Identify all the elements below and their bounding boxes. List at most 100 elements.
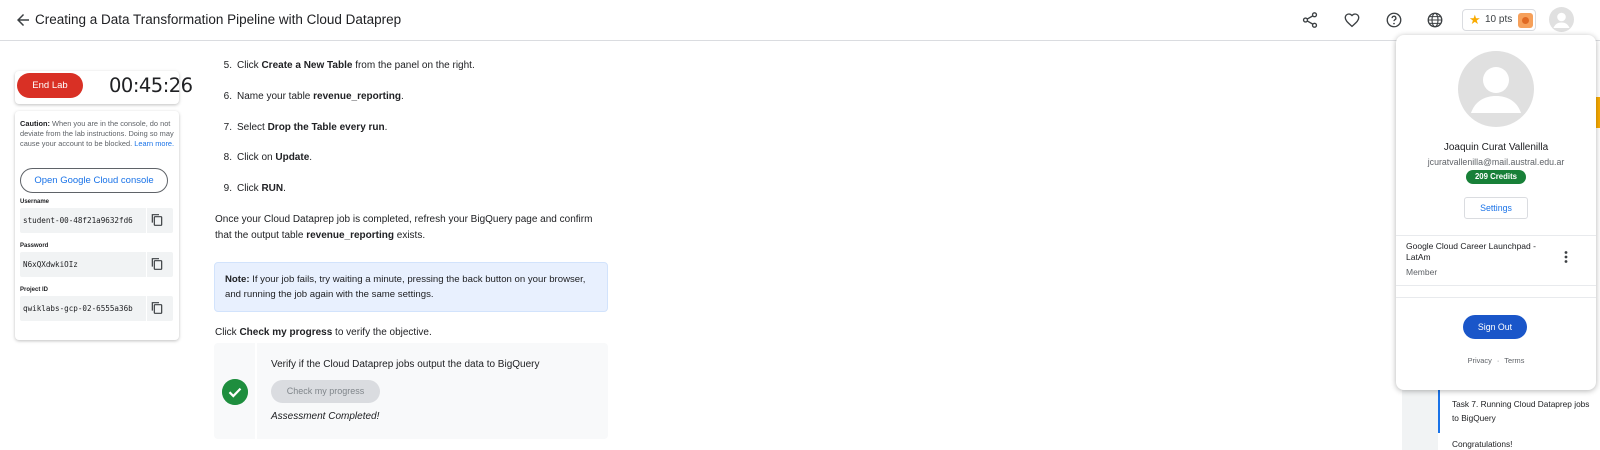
lab-credentials-card: Caution: When you are in the console, do… xyxy=(15,111,179,340)
step-bold: RUN xyxy=(261,183,284,194)
avatar-icon[interactable] xyxy=(1549,7,1574,32)
step-bold: revenue_reporting xyxy=(313,91,401,102)
step-item: 9. Click RUN. xyxy=(215,183,286,194)
step-text: Click xyxy=(237,60,262,71)
back-arrow-icon[interactable] xyxy=(14,11,32,29)
step-text: . xyxy=(400,91,404,102)
copy-project-id-icon[interactable] xyxy=(149,300,165,316)
step-text: Select xyxy=(237,122,268,133)
check-circle-icon xyxy=(222,379,248,405)
step-bold: Create a New Table xyxy=(261,60,353,71)
paragraph-bold: revenue_reporting xyxy=(306,230,394,241)
help-icon[interactable] xyxy=(1385,11,1403,29)
step-item: 6. Name your table revenue_reporting. xyxy=(215,91,404,102)
popup-footer: Privacy · Terms xyxy=(1396,356,1596,365)
project-id-field[interactable]: qwiklabs-gcp-02-6555a36b xyxy=(20,296,173,321)
step-text: Click on xyxy=(237,152,276,163)
copy-username-icon[interactable] xyxy=(149,212,165,228)
toc-active-indicator xyxy=(1438,383,1440,433)
step-item: 8. Click on Update. xyxy=(215,152,312,163)
completion-paragraph: Once your Cloud Dataprep job is complete… xyxy=(215,212,607,244)
field-separator xyxy=(146,252,147,277)
footer-separator: · xyxy=(1496,356,1500,365)
step-text: . xyxy=(283,183,286,194)
note-title: Note: xyxy=(225,274,250,285)
paragraph-text: to verify the objective. xyxy=(332,327,432,338)
heart-icon[interactable] xyxy=(1343,11,1361,29)
open-console-button[interactable]: Open Google Cloud console xyxy=(20,168,168,193)
username-label: Username xyxy=(20,199,50,205)
table-of-contents: Task 7. Running Cloud Dataprep jobs to B… xyxy=(1438,383,1600,450)
step-number: 5. xyxy=(223,60,232,71)
globe-icon[interactable] xyxy=(1426,11,1444,29)
credits-badge: 209 Credits xyxy=(1466,170,1526,184)
page-title: Creating a Data Transformation Pipeline … xyxy=(35,12,402,27)
field-separator xyxy=(146,208,147,233)
lab-timer-card: End Lab 00:45:26 xyxy=(15,71,193,104)
password-label: Password xyxy=(20,243,49,249)
account-name: Joaquin Curat Vallenilla xyxy=(1443,142,1549,153)
note-callout: Note: If your job fails, try waiting a m… xyxy=(214,262,608,312)
toc-gutter xyxy=(1402,383,1438,450)
top-bar: Creating a Data Transformation Pipeline … xyxy=(0,0,1600,41)
lab-timer: 00:45:26 xyxy=(109,74,193,97)
step-text: . xyxy=(309,152,313,163)
step-text: from the panel on the right. xyxy=(352,60,475,71)
copy-password-icon[interactable] xyxy=(149,256,165,272)
organization-name: Google Cloud Career Launchpad - LatAm xyxy=(1406,241,1536,262)
more-vert-icon[interactable] xyxy=(1560,250,1572,264)
right-accent-bar xyxy=(1596,97,1600,128)
project-id-label: Project ID xyxy=(20,287,49,293)
toc-item-task7[interactable]: Task 7. Running Cloud Dataprep jobs to B… xyxy=(1452,397,1592,425)
popup-divider xyxy=(1396,235,1596,236)
note-body: If your job fails, try waiting a minute,… xyxy=(225,274,586,300)
caution-text: Caution: When you are in the console, do… xyxy=(20,119,176,149)
step-number: 6. xyxy=(223,91,232,102)
step-number: 7. xyxy=(223,122,232,133)
step-bold: Drop the Table every run xyxy=(267,122,385,133)
check-divider xyxy=(255,343,257,439)
points-pill[interactable]: ★ 10 pts xyxy=(1462,9,1536,31)
privacy-link[interactable]: Privacy xyxy=(1468,356,1492,365)
terms-link[interactable]: Terms xyxy=(1504,356,1524,365)
settings-button[interactable]: Settings xyxy=(1464,197,1528,219)
popup-divider xyxy=(1396,285,1596,286)
step-text: Click xyxy=(237,183,262,194)
profile-avatar xyxy=(1458,51,1534,127)
account-email: jcuratvallenilla@mail.austral.edu.ar xyxy=(1427,157,1565,167)
project-id-value[interactable]: qwiklabs-gcp-02-6555a36b xyxy=(23,304,143,313)
progress-paragraph: Click Check my progress to verify the ob… xyxy=(215,325,432,341)
badge-icon xyxy=(1518,13,1533,28)
caution-title: Caution: xyxy=(20,119,50,128)
step-text: . xyxy=(384,122,388,133)
step-text: Name your table xyxy=(237,91,314,102)
username-value[interactable]: student-00-48f21a9632fd6 xyxy=(23,216,143,225)
toc-item-congratulations[interactable]: Congratulations! xyxy=(1452,437,1512,450)
popup-divider xyxy=(1396,297,1596,298)
username-field[interactable]: student-00-48f21a9632fd6 xyxy=(20,208,173,233)
step-number: 8. xyxy=(223,152,232,163)
paragraph-text: exists. xyxy=(394,230,426,241)
password-field[interactable]: N6xQXdwkiOIz xyxy=(20,252,173,277)
step-number: 9. xyxy=(223,183,232,194)
learn-more-link[interactable]: Learn more. xyxy=(134,139,174,148)
paragraph-text: Click xyxy=(215,327,240,338)
check-my-progress-button[interactable]: Check my progress xyxy=(271,380,380,403)
verify-objective-text: Verify if the Cloud Dataprep jobs output… xyxy=(271,359,540,370)
paragraph-bold: Check my progress xyxy=(239,327,333,338)
step-item: 5. Click Create a New Table from the pane… xyxy=(215,60,475,71)
field-separator xyxy=(146,296,147,321)
note-text: Note: If your job fails, try waiting a m… xyxy=(225,272,595,302)
share-icon[interactable] xyxy=(1301,11,1319,29)
assessment-status: Assessment Completed! xyxy=(271,411,380,422)
password-value[interactable]: N6xQXdwkiOIz xyxy=(23,260,143,269)
star-icon: ★ xyxy=(1469,12,1481,27)
organization-role: Member xyxy=(1406,267,1438,277)
account-popup: Joaquin Curat Vallenilla jcuratvallenill… xyxy=(1396,35,1596,390)
step-item: 7. Select Drop the Table every run. xyxy=(215,122,388,133)
step-bold: Update xyxy=(275,152,310,163)
end-lab-button[interactable]: End Lab xyxy=(17,73,83,98)
progress-check-panel: Verify if the Cloud Dataprep jobs output… xyxy=(214,343,608,439)
sign-out-button[interactable]: Sign Out xyxy=(1463,315,1527,339)
points-label: 10 pts xyxy=(1485,14,1513,25)
